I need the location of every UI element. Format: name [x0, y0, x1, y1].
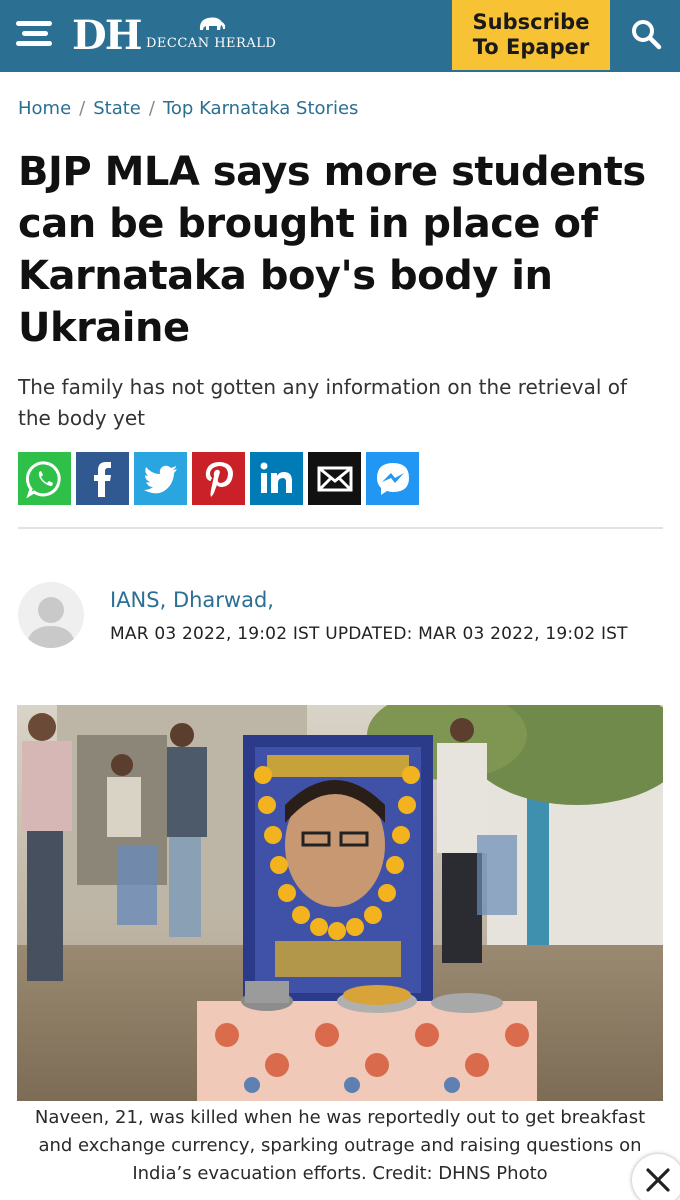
subscribe-line-2: To Epaper — [472, 35, 590, 59]
share-whatsapp-button[interactable] — [18, 452, 71, 505]
site-header: DH DECCAN HERALD Subscribe To Epaper — [0, 0, 680, 72]
subscribe-line-1: Subscribe — [472, 10, 590, 34]
breadcrumb-separator: / — [148, 98, 155, 119]
user-placeholder-icon — [26, 597, 76, 648]
section-divider — [18, 527, 663, 529]
article-photo — [17, 705, 663, 1101]
breadcrumb-state[interactable]: State — [93, 98, 141, 119]
breadcrumb-home[interactable]: Home — [18, 98, 71, 119]
article-dateline: MAR 03 2022, 19:02 IST UPDATED: MAR 03 2… — [110, 624, 628, 644]
share-messenger-button[interactable] — [366, 452, 419, 505]
close-ad-button[interactable] — [632, 1154, 680, 1200]
share-email-button[interactable] — [308, 452, 361, 505]
subscribe-epaper-button[interactable]: Subscribe To Epaper — [452, 0, 610, 70]
messenger-icon — [376, 462, 409, 495]
close-icon — [646, 1168, 670, 1192]
whatsapp-icon — [25, 460, 61, 498]
share-pinterest-button[interactable] — [192, 452, 245, 505]
share-buttons-row — [18, 452, 424, 505]
share-facebook-button[interactable] — [76, 452, 129, 505]
logo-name: DECCAN HERALD — [146, 36, 277, 51]
photo-caption: Naveen, 21, was killed when he was repor… — [34, 1107, 646, 1184]
pinterest-icon — [205, 461, 233, 497]
breadcrumb-separator: / — [79, 98, 86, 119]
breadcrumb-top-karnataka-stories[interactable]: Top Karnataka Stories — [163, 98, 358, 119]
facebook-icon — [93, 461, 111, 497]
memorial-photo-illustration — [17, 705, 663, 1101]
linkedin-icon — [260, 462, 292, 493]
elephant-logo-icon — [199, 17, 226, 30]
article-headline: BJP MLA says more students can be brough… — [18, 149, 646, 351]
author-avatar — [18, 582, 84, 648]
breadcrumb: Home / State / Top Karnataka Stories — [18, 98, 358, 119]
hamburger-menu-icon[interactable] — [16, 18, 56, 48]
share-twitter-button[interactable] — [134, 452, 187, 505]
article-subheadline: The family has not gotten any informatio… — [18, 375, 628, 430]
logo-initials: DH — [72, 12, 142, 59]
email-icon — [317, 466, 352, 491]
share-linkedin-button[interactable] — [250, 452, 303, 505]
twitter-icon — [143, 465, 177, 493]
search-icon[interactable] — [628, 16, 664, 52]
author-byline[interactable]: IANS, Dharwad, — [110, 588, 274, 612]
site-logo[interactable]: DH DECCAN HERALD — [72, 10, 302, 59]
